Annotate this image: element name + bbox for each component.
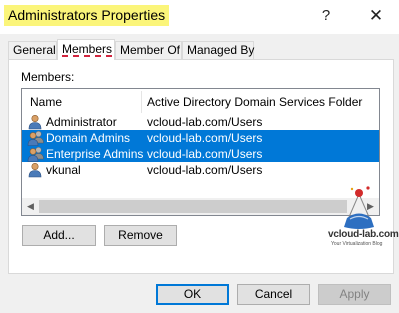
tab-general-label: General — [13, 43, 56, 57]
member-name: Administrator — [46, 115, 117, 129]
help-button[interactable]: ? — [313, 5, 339, 27]
group-icon — [27, 130, 44, 146]
tab-members-highlight — [62, 55, 112, 57]
member-name: Domain Admins — [46, 131, 131, 145]
member-name: vkunal — [46, 163, 81, 177]
member-name: Enterprise Admins — [46, 147, 144, 161]
apply-button[interactable]: Apply — [318, 284, 391, 305]
window-title: Administrators Properties — [4, 5, 170, 26]
member-folder: vcloud-lab.com/Users — [147, 131, 263, 145]
title-bar: Administrators Properties ? ✕ — [0, 0, 399, 34]
user-icon — [28, 114, 42, 130]
column-header-name[interactable]: Name — [30, 95, 62, 109]
member-folder: vcloud-lab.com/Users — [147, 163, 263, 177]
list-row[interactable]: Administrator vcloud-lab.com/Users — [22, 114, 379, 130]
list-row[interactable]: Domain Admins vcloud-lab.com/Users — [22, 130, 379, 146]
tab-general[interactable]: General — [8, 41, 57, 59]
scrollbar-thumb[interactable] — [39, 200, 347, 213]
tab-member-of-label: Member Of — [120, 43, 181, 57]
remove-button[interactable]: Remove — [104, 225, 177, 246]
cancel-button[interactable]: Cancel — [237, 284, 310, 305]
tab-managed-by[interactable]: Managed By — [182, 41, 254, 59]
ok-button[interactable]: OK — [156, 284, 229, 305]
close-button[interactable]: ✕ — [363, 5, 389, 27]
tab-member-of[interactable]: Member Of — [115, 41, 182, 59]
column-divider[interactable] — [141, 91, 142, 113]
group-icon — [27, 146, 44, 162]
watermark-subtitle: Your Virtualization Blog — [331, 241, 383, 247]
user-icon — [28, 162, 42, 178]
scroll-left-icon[interactable]: ◀ — [22, 198, 39, 215]
list-row[interactable]: Enterprise Admins vcloud-lab.com/Users — [22, 146, 379, 162]
tab-members[interactable]: Members — [57, 39, 115, 60]
members-label: Members: — [21, 70, 75, 84]
list-row[interactable]: vkunal vcloud-lab.com/Users — [22, 162, 379, 178]
column-header-folder[interactable]: Active Directory Domain Services Folder — [147, 95, 362, 109]
watermark-text: vcloud-lab.com — [328, 229, 399, 240]
tab-managed-by-label: Managed By — [187, 43, 255, 57]
list-header: Name Active Directory Domain Services Fo… — [22, 89, 379, 114]
member-folder: vcloud-lab.com/Users — [147, 115, 263, 129]
add-button[interactable]: Add... — [22, 225, 96, 246]
member-folder: vcloud-lab.com/Users — [147, 147, 263, 161]
